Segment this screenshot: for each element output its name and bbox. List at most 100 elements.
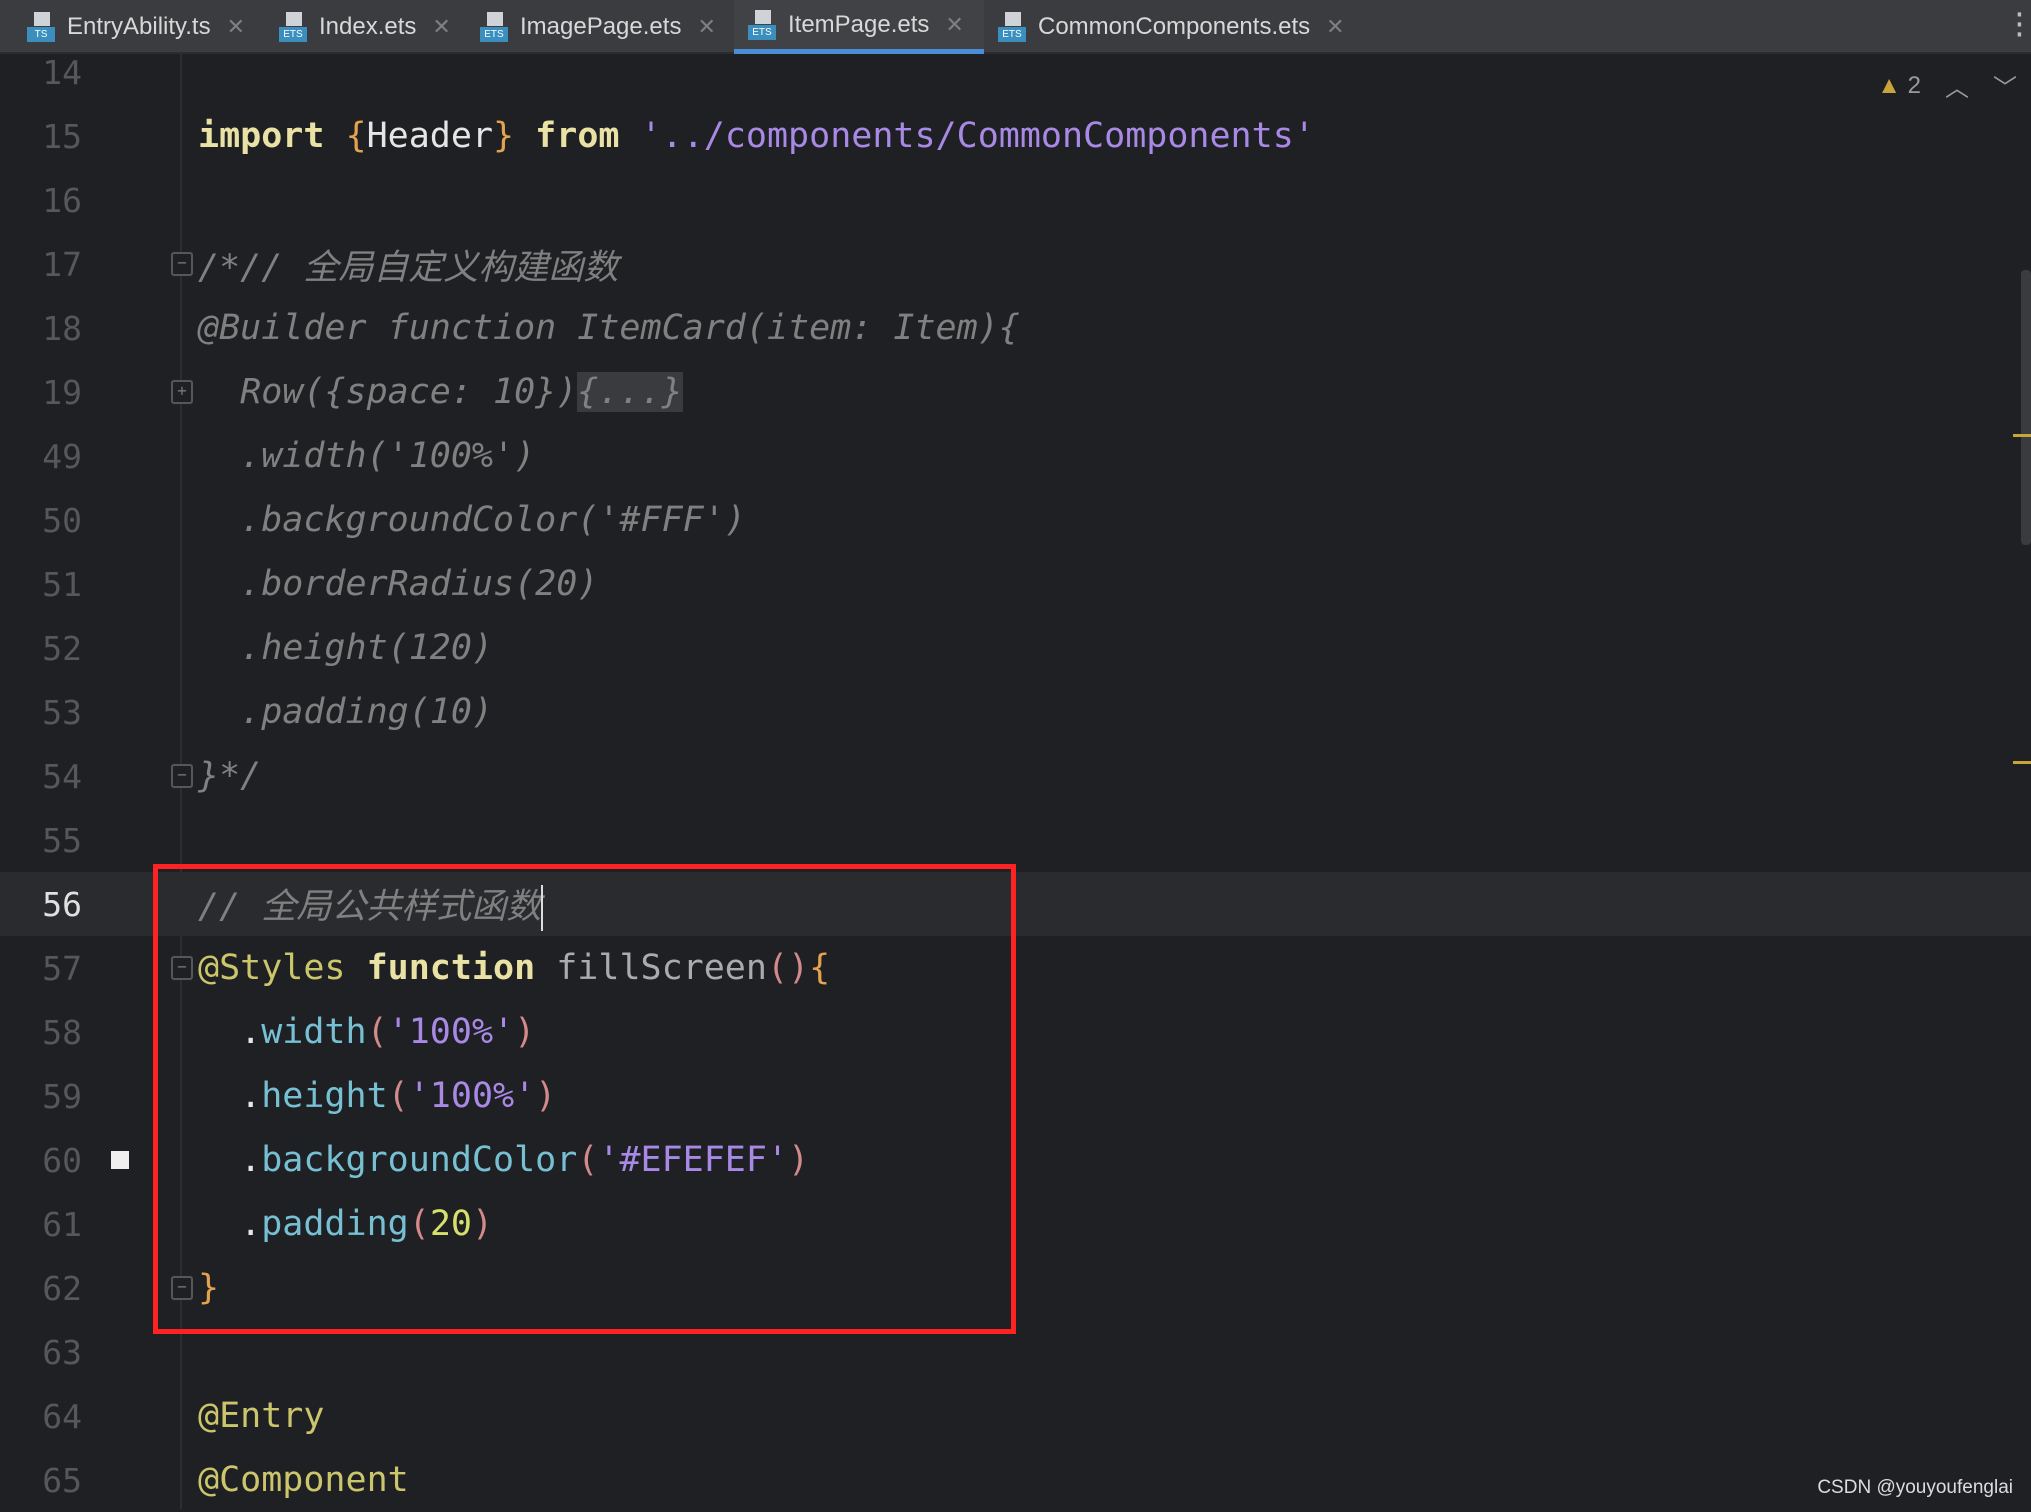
tab-imagepage-ets[interactable]: ETS ImagePage.ets ✕ — [466, 0, 734, 54]
tab-label: EntryAbility.ts — [67, 13, 211, 40]
code-line[interactable]: 17 −/*// 全局自定义构建函数 — [0, 232, 2031, 296]
line-number: 62 — [42, 1268, 82, 1308]
code-text: @Component — [198, 1460, 409, 1500]
code-token: @Builder function ItemCard(item: Item){ — [198, 308, 1020, 348]
tab-label: Index.ets — [319, 13, 417, 40]
line-number: 50 — [42, 500, 82, 540]
warning-stripe[interactable] — [2013, 434, 2031, 437]
line-number: 15 — [42, 116, 82, 156]
code-token: import — [198, 116, 346, 156]
code-text: .padding(10) — [198, 692, 493, 732]
line-number: 18 — [42, 308, 82, 348]
code-token: Header — [366, 116, 494, 156]
code-token: .width('100%') — [198, 436, 536, 476]
code-line[interactable]: 55 — [0, 808, 2031, 872]
code-token: .borderRadius(20) — [198, 564, 599, 604]
code-line[interactable]: 53 .padding(10) — [0, 680, 2031, 744]
file-icon: ETS — [748, 9, 778, 40]
tab-entryability-ts[interactable]: TS EntryAbility.ts ✕ — [13, 0, 265, 54]
close-icon[interactable]: ✕ — [945, 12, 963, 38]
code-line[interactable]: 16 — [0, 168, 2031, 232]
file-icon: ETS — [279, 12, 309, 42]
warning-indicator[interactable]: ▲ 2 — [1877, 72, 1921, 100]
code-line[interactable]: 51 .borderRadius(20) — [0, 552, 2031, 616]
line-number: 59 — [42, 1076, 82, 1116]
line-number: 58 — [42, 1012, 82, 1052]
tab-index-ets[interactable]: ETS Index.ets ✕ — [265, 0, 466, 54]
vertical-scrollbar[interactable] — [2021, 270, 2031, 545]
highlight-box — [153, 864, 1016, 1334]
file-icon: TS — [27, 12, 57, 42]
code-text: @Builder function ItemCard(item: Item){ — [198, 308, 1020, 348]
close-icon[interactable]: ✕ — [227, 14, 245, 40]
code-token: @Entry — [198, 1396, 325, 1436]
tab-label: ImagePage.ets — [520, 13, 682, 40]
line-number: 17 — [42, 244, 82, 284]
line-number: 57 — [42, 948, 82, 988]
code-text: @Entry — [198, 1396, 324, 1436]
expand-fold-icon[interactable]: + — [171, 380, 193, 404]
line-number: 14 — [42, 52, 82, 92]
code-token: from — [514, 116, 641, 156]
line-number: 63 — [42, 1332, 82, 1372]
line-number: 52 — [42, 628, 82, 668]
tab-itempage-ets[interactable]: ETS ItemPage.ets ✕ — [734, 0, 984, 54]
code-text: .height(120) — [198, 628, 493, 668]
more-options-icon[interactable]: · · · — [2011, 1, 2028, 49]
watermark: CSDN @youyoufenglai — [1817, 1477, 2013, 1498]
code-token: } — [493, 116, 515, 156]
next-highlight-icon[interactable]: ﹀ — [1993, 68, 2017, 103]
code-token: .padding(10) — [198, 692, 494, 732]
line-number: 55 — [42, 820, 82, 860]
line-number: 54 — [42, 756, 82, 796]
file-icon: ETS — [480, 12, 510, 42]
file-icon: ETS — [998, 12, 1028, 42]
line-number: 56 — [42, 884, 82, 924]
color-swatch-icon[interactable] — [111, 1151, 129, 1169]
warning-stripe[interactable] — [2013, 761, 2031, 764]
line-number: 60 — [42, 1140, 82, 1180]
code-text: /*// 全局自定义构建函数 — [198, 239, 618, 290]
code-text: import {Header} from '../components/Comm… — [198, 116, 1315, 156]
collapse-fold-icon[interactable]: − — [171, 252, 193, 276]
code-token: {...} — [577, 372, 683, 412]
code-line[interactable]: 18 @Builder function ItemCard(item: Item)… — [0, 296, 2031, 360]
close-icon[interactable]: ✕ — [697, 14, 715, 40]
collapse-fold-icon[interactable]: − — [171, 764, 193, 788]
close-icon[interactable]: ✕ — [1326, 14, 1344, 40]
code-line[interactable]: 54 −}*/ — [0, 744, 2031, 808]
code-token: .height(120) — [198, 628, 494, 668]
inspection-widget[interactable]: ▲ 2 ︿ ﹀ — [1877, 68, 2017, 103]
line-number: 19 — [42, 372, 82, 412]
code-text: .borderRadius(20) — [198, 564, 598, 604]
line-number: 49 — [42, 436, 82, 476]
code-token: Row({space: 10}) — [198, 372, 578, 412]
line-number: 65 — [42, 1460, 82, 1500]
code-text: }*/ — [198, 756, 261, 796]
line-number: 64 — [42, 1396, 82, 1436]
code-text: .width('100%') — [198, 436, 535, 476]
previous-highlight-icon[interactable]: ︿ — [1945, 68, 1969, 103]
code-line[interactable]: 15 import {Header} from '../components/Co… — [0, 104, 2031, 168]
code-line[interactable]: 49 .width('100%') — [0, 424, 2031, 488]
line-number: 16 — [42, 180, 82, 220]
tab-label: CommonComponents.ets — [1038, 13, 1311, 40]
tab-label: ItemPage.ets — [788, 10, 930, 38]
line-number: 51 — [42, 564, 82, 604]
code-token: .backgroundColor('#FFF') — [198, 500, 746, 540]
tab-commoncomponents-ets[interactable]: ETS CommonComponents.ets ✕ — [984, 0, 1380, 54]
code-line[interactable]: 65 @Component — [0, 1448, 2031, 1512]
code-line[interactable]: 50 .backgroundColor('#FFF') — [0, 488, 2031, 552]
code-line[interactable]: 19 + Row({space: 10}){...} — [0, 360, 2031, 424]
code-line[interactable]: 52 .height(120) — [0, 616, 2031, 680]
code-line[interactable]: 64 @Entry — [0, 1384, 2031, 1448]
code-token: @Component — [198, 1460, 409, 1500]
code-text: Row({space: 10}){...} — [198, 372, 683, 412]
code-token: /*// 全局自定义构建函数 — [198, 247, 619, 288]
code-token: '../components/CommonComponents' — [640, 116, 1315, 156]
editor-tab-bar: TS EntryAbility.ts ✕ ETS Index.ets ✕ ETS ImageP… — [0, 0, 2031, 54]
warning-icon: ▲ — [1877, 71, 1901, 99]
line-number: 61 — [42, 1204, 82, 1244]
code-token: { — [345, 116, 367, 156]
close-icon[interactable]: ✕ — [432, 14, 450, 40]
